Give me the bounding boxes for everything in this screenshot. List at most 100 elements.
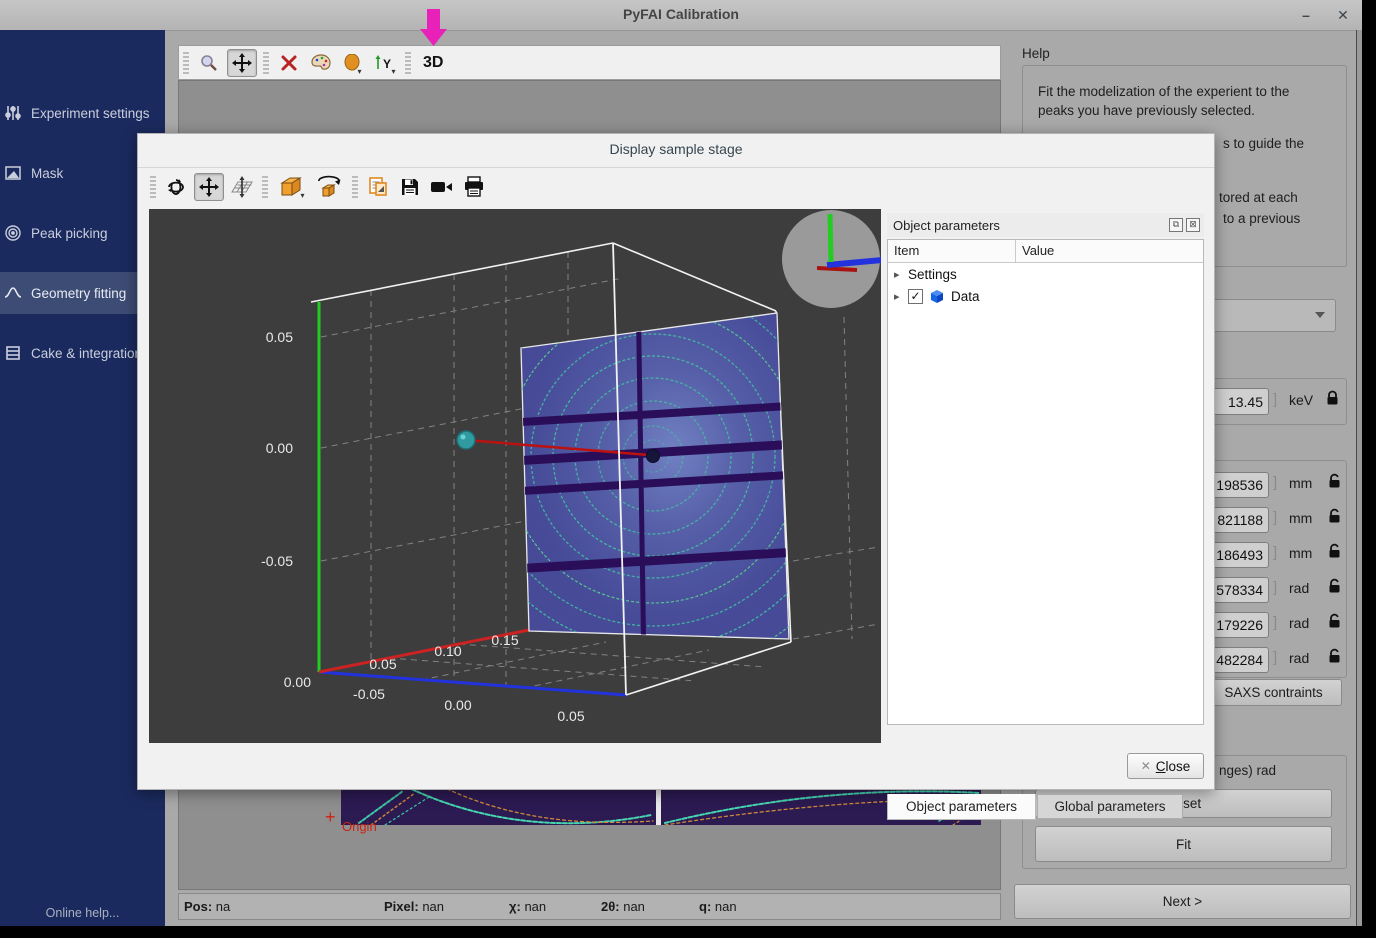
z-tick-label: 0.05 [557, 708, 584, 724]
scrollbar[interactable] [1356, 30, 1362, 926]
geometry-field[interactable]: 198536 [1209, 472, 1269, 498]
status-pos-value: na [216, 899, 230, 914]
toolbar-grip[interactable] [263, 52, 269, 74]
close-window-button[interactable]: ✕ [1332, 5, 1354, 25]
zoom-tool-button[interactable] [195, 50, 223, 76]
rotate-cube-button[interactable] [312, 174, 346, 200]
lock-open-icon[interactable] [1327, 578, 1342, 594]
spinner-fragment[interactable]: ] [1273, 391, 1277, 408]
toolbar-grip[interactable] [183, 52, 189, 74]
pan-tool-button[interactable] [194, 173, 224, 201]
spinner-fragment[interactable]: ] [1273, 509, 1277, 526]
toolbar-grip[interactable] [262, 176, 268, 198]
expand-arrow-icon[interactable]: ▸ [894, 290, 902, 303]
tree-row-settings[interactable]: ▸ Settings [888, 263, 1203, 285]
lock-open-icon[interactable] [1327, 543, 1342, 559]
y-tick-label: -0.05 [261, 553, 293, 569]
close-panel-icon[interactable]: ⊠ [1186, 218, 1200, 232]
saxs-constraints-button[interactable]: SAXS contraints [1205, 679, 1342, 706]
sidebar-item-experiment-settings[interactable]: Experiment settings [0, 92, 165, 134]
close-button-label: Close [1156, 759, 1191, 774]
status-pixel-label: Pixel: [384, 899, 419, 914]
data-cube-icon [929, 288, 945, 304]
sample-sphere-highlight [461, 435, 466, 440]
annotation-arrow-icon [419, 7, 449, 47]
status-pixel-value: nan [422, 899, 444, 914]
record-video-button[interactable] [428, 174, 456, 200]
toolbar-grip[interactable] [150, 176, 156, 198]
sample-sphere [457, 431, 475, 449]
dropdown-caret-icon: ▾ [357, 67, 361, 76]
spinner-fragment[interactable]: ] [1273, 614, 1277, 631]
next-button[interactable]: Next > [1014, 884, 1351, 919]
spinner-fragment[interactable]: ] [1273, 544, 1277, 561]
rotate-tool-button[interactable] [162, 174, 190, 200]
help-text-fragment: tored at each [1219, 190, 1298, 205]
spinner-fragment[interactable]: ] [1273, 579, 1277, 596]
stack-icon [4, 344, 22, 362]
x-tick-label: 0.05 [369, 656, 396, 672]
status-chi-label: χ: [509, 899, 521, 914]
combo-box[interactable] [1205, 299, 1336, 332]
spinner-fragment[interactable]: ] [1273, 474, 1277, 491]
save-button[interactable] [396, 174, 424, 200]
mask-color-button[interactable]: ▾ [339, 50, 367, 76]
geometry-field[interactable]: 179226 [1209, 612, 1269, 638]
z-tick-label: 0.00 [444, 697, 471, 713]
tree-header-row: Item Value [888, 240, 1203, 263]
dialog-toolbar: ▾ [138, 167, 1214, 205]
energy-field[interactable]: 13.45 [1211, 388, 1269, 415]
palette-icon [311, 54, 331, 72]
spinner-fragment[interactable]: ] [1273, 649, 1277, 666]
toolbar-grip[interactable] [352, 176, 358, 198]
peak-curve-icon [4, 284, 22, 302]
tree-row-data[interactable]: ▸ ✓ Data [888, 285, 1203, 307]
floppy-save-icon [400, 177, 420, 197]
lock-closed-icon[interactable] [1325, 390, 1340, 406]
orientation-gizmo[interactable] [782, 210, 881, 308]
float-panel-icon[interactable]: ⧉ [1169, 218, 1183, 232]
online-help-link[interactable]: Online help... [0, 906, 165, 920]
axes-orientation-button[interactable]: Y ▾ [371, 50, 399, 76]
geometry-field[interactable]: 482284 [1209, 647, 1269, 673]
remove-button[interactable] [275, 50, 303, 76]
panel-header: Object parameters ⧉ ⊠ [887, 213, 1204, 237]
geometry-field[interactable]: 578334 [1209, 577, 1269, 603]
scene-3d-canvas: 0.05 0.00 -0.05 0.00 0.05 0.10 0.15 -0.0… [149, 209, 881, 743]
status-pos: Pos: na [184, 899, 230, 914]
copy-snapshot-button[interactable] [364, 174, 392, 200]
energy-unit: keV [1289, 392, 1313, 408]
tab-object-parameters[interactable]: Object parameters [887, 794, 1036, 820]
column-item[interactable]: Item [888, 240, 1016, 262]
bounding-box-button[interactable]: ▾ [274, 174, 308, 200]
minimize-button[interactable]: – [1295, 5, 1317, 25]
tab-global-parameters[interactable]: Global parameters [1037, 795, 1183, 819]
pan-icon [199, 177, 219, 197]
lock-open-icon[interactable] [1327, 648, 1342, 664]
field-unit: mm [1289, 475, 1312, 491]
print-button[interactable] [460, 174, 488, 200]
plane-tool-button[interactable] [228, 174, 256, 200]
x-tick-label: 0.10 [434, 643, 461, 659]
visibility-checkbox[interactable]: ✓ [908, 289, 923, 304]
dialog-title: Display sample stage [138, 141, 1214, 157]
pan-tool-button[interactable] [227, 49, 257, 77]
geometry-field[interactable]: 821188 [1209, 507, 1269, 533]
cube-rotate-icon [315, 175, 343, 199]
printer-icon [463, 176, 485, 198]
view-3d-button[interactable]: 3D [423, 54, 443, 72]
dialog-close-button[interactable]: ✕ Close [1127, 753, 1204, 779]
status-2theta-value: nan [623, 899, 645, 914]
lock-open-icon[interactable] [1327, 613, 1342, 629]
scene-3d-view[interactable]: 0.05 0.00 -0.05 0.00 0.05 0.10 0.15 -0.0… [149, 209, 881, 743]
geometry-field[interactable]: 186493 [1209, 542, 1269, 568]
lock-open-icon[interactable] [1327, 508, 1342, 524]
lock-open-icon[interactable] [1327, 473, 1342, 489]
status-2theta: 2θ: nan [601, 899, 645, 914]
column-value[interactable]: Value [1016, 240, 1060, 262]
field-unit: rad [1289, 580, 1309, 596]
svg-text:Y: Y [383, 57, 391, 71]
expand-arrow-icon[interactable]: ▸ [894, 268, 902, 281]
colormap-button[interactable] [307, 50, 335, 76]
toolbar-grip[interactable] [405, 52, 411, 74]
